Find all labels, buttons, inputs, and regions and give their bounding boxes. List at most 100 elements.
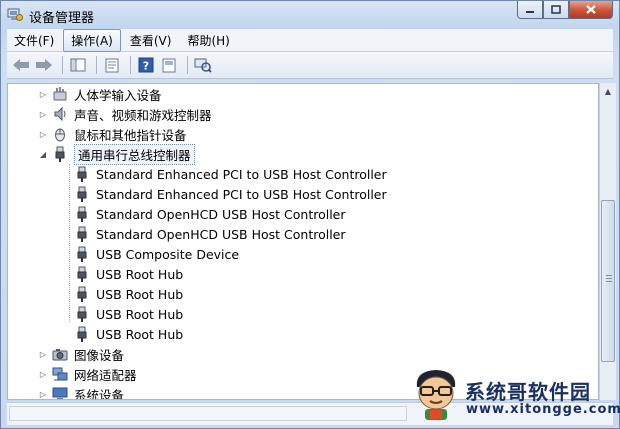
tree-category-label: 网络适配器: [74, 367, 137, 383]
window-title: 设备管理器: [29, 11, 95, 26]
tree-device-usb-controller[interactable]: Standard OpenHCD USB Host Controller: [74, 224, 346, 244]
usb-plug-icon: [74, 206, 90, 222]
tree-category-label: 鼠标和其他指针设备: [74, 127, 187, 143]
title-bar[interactable]: 设备管理器: [1, 1, 619, 29]
tree-device-label: Standard Enhanced PCI to USB Host Contro…: [96, 186, 387, 202]
tree-device-label: USB Root Hub: [96, 266, 184, 282]
mouse-icon: [52, 126, 68, 142]
tree-category-hid[interactable]: ▷ 人体学输入设备: [38, 84, 162, 104]
tree-category-usb[interactable]: ◢ 通用串行总线控制器: [38, 143, 195, 165]
close-icon: [586, 5, 596, 14]
usb-plug-icon: [74, 186, 90, 202]
minimize-button[interactable]: [517, 1, 543, 19]
tree-device-label: USB Composite Device: [96, 246, 240, 262]
watermark-title: 系统哥软件园: [465, 380, 591, 404]
device-tree[interactable]: ▷ 人体学输入设备 ▷ 声音、视频和游戏控制器 ▷ 鼠标和其他指针设备 ◢ 通用…: [7, 83, 599, 400]
tree-device-label: USB Root Hub: [96, 286, 184, 302]
tree-device-label: USB Root Hub: [96, 326, 184, 342]
tree-device-usb-controller[interactable]: Standard Enhanced PCI to USB Host Contro…: [74, 184, 387, 204]
expand-arrow-icon[interactable]: ▷: [38, 89, 48, 99]
close-button[interactable]: [569, 1, 613, 19]
menu-bar: 文件(F) 操作(A) 查看(V) 帮助(H): [7, 28, 613, 52]
tree-device-usb-controller[interactable]: Standard Enhanced PCI to USB Host Contro…: [74, 164, 387, 184]
menu-action[interactable]: 操作(A): [63, 28, 121, 52]
menu-view[interactable]: 查看(V): [123, 30, 179, 51]
watermark-url: www.xitongge.com: [466, 402, 620, 417]
usb-plug-icon: [52, 146, 68, 162]
tree-device-label: Standard OpenHCD USB Host Controller: [96, 226, 346, 242]
computer-icon: [52, 386, 68, 399]
tree-device-label: Standard OpenHCD USB Host Controller: [96, 206, 346, 222]
tree-category-sound[interactable]: ▷ 声音、视频和游戏控制器: [38, 104, 212, 124]
usb-plug-icon: [74, 286, 90, 302]
help-icon: ?: [138, 57, 154, 73]
back-button[interactable]: [11, 56, 31, 74]
help-button[interactable]: ?: [136, 56, 156, 74]
menu-help[interactable]: 帮助(H): [180, 30, 236, 51]
menu-file[interactable]: 文件(F): [7, 30, 61, 51]
tree-category-mouse[interactable]: ▷ 鼠标和其他指针设备: [38, 124, 187, 144]
usb-plug-icon: [74, 246, 90, 262]
svg-text:?: ?: [143, 60, 149, 73]
tree-connector-line: [69, 164, 70, 322]
forward-arrow-icon: [36, 59, 52, 71]
device-manager-window: 设备管理器 文件(F) 操作(A) 查看(V) 帮助(H) ? ▷ 人体学输入设…: [0, 0, 620, 429]
properties-icon: [105, 58, 119, 72]
usb-plug-icon: [74, 226, 90, 242]
caption-buttons: [517, 1, 613, 21]
expand-arrow-icon[interactable]: ▷: [38, 389, 48, 399]
show-hide-tree-button[interactable]: [68, 56, 88, 74]
grip-line: [606, 278, 612, 279]
status-panel: [9, 406, 407, 421]
scrollbar-thumb[interactable]: [601, 200, 615, 362]
watermark-mascot-icon: [411, 367, 461, 421]
show-hide-button[interactable]: [159, 56, 179, 74]
expand-arrow-icon[interactable]: ▷: [38, 109, 48, 119]
console-tree-icon: [70, 58, 86, 72]
properties-button[interactable]: [102, 56, 122, 74]
vertical-scrollbar[interactable]: ▲: [599, 83, 616, 400]
expand-arrow-icon[interactable]: ▷: [38, 349, 48, 359]
usb-plug-icon: [74, 166, 90, 182]
scan-hardware-icon: [194, 58, 212, 73]
tree-device-usb-root-hub[interactable]: USB Root Hub: [74, 284, 183, 304]
scan-hardware-button[interactable]: [193, 56, 213, 74]
grip-line: [606, 281, 612, 282]
hid-icon: [52, 86, 68, 102]
camera-icon: [52, 346, 68, 362]
maximize-button[interactable]: [543, 1, 569, 19]
usb-plug-icon: [74, 326, 90, 342]
tree-category-network[interactable]: ▷ 网络适配器: [38, 364, 137, 384]
tree-category-label: 声音、视频和游戏控制器: [74, 107, 212, 123]
tree-device-label: USB Root Hub: [96, 306, 184, 322]
tree-device-usb-root-hub[interactable]: USB Root Hub: [74, 324, 183, 344]
tree-device-usb-composite[interactable]: USB Composite Device: [74, 244, 239, 264]
collapse-arrow-icon[interactable]: ◢: [38, 149, 48, 159]
grip-line: [606, 275, 612, 276]
tree-device-usb-controller[interactable]: Standard OpenHCD USB Host Controller: [74, 204, 346, 224]
expand-arrow-icon[interactable]: ▷: [38, 129, 48, 139]
maximize-icon: [551, 5, 561, 14]
tree-category-label: 图像设备: [74, 347, 125, 363]
tree-category-label: 通用串行总线控制器: [74, 143, 195, 165]
toolbar-separator: [62, 56, 63, 74]
toolbar-separator: [96, 56, 97, 74]
show-hide-icon: [162, 58, 176, 72]
tree-category-label: 系统设备: [74, 387, 125, 400]
usb-plug-icon: [74, 306, 90, 322]
speaker-icon: [52, 106, 68, 122]
tree-device-usb-root-hub[interactable]: USB Root Hub: [74, 264, 183, 284]
tree-category-label: 人体学输入设备: [74, 87, 162, 103]
minimize-icon: [526, 10, 534, 13]
network-icon: [52, 366, 68, 382]
forward-button[interactable]: [34, 56, 54, 74]
scroll-up-arrow-icon[interactable]: ▲: [600, 83, 616, 99]
usb-plug-icon: [74, 266, 90, 282]
tree-category-imaging[interactable]: ▷ 图像设备: [38, 344, 124, 364]
tree-category-system[interactable]: ▷ 系统设备: [38, 384, 125, 400]
toolbar-separator: [130, 56, 131, 74]
tree-device-usb-root-hub[interactable]: USB Root Hub: [74, 304, 183, 324]
device-manager-icon: [7, 6, 23, 22]
expand-arrow-icon[interactable]: ▷: [38, 369, 48, 379]
toolbar-separator: [187, 56, 188, 74]
